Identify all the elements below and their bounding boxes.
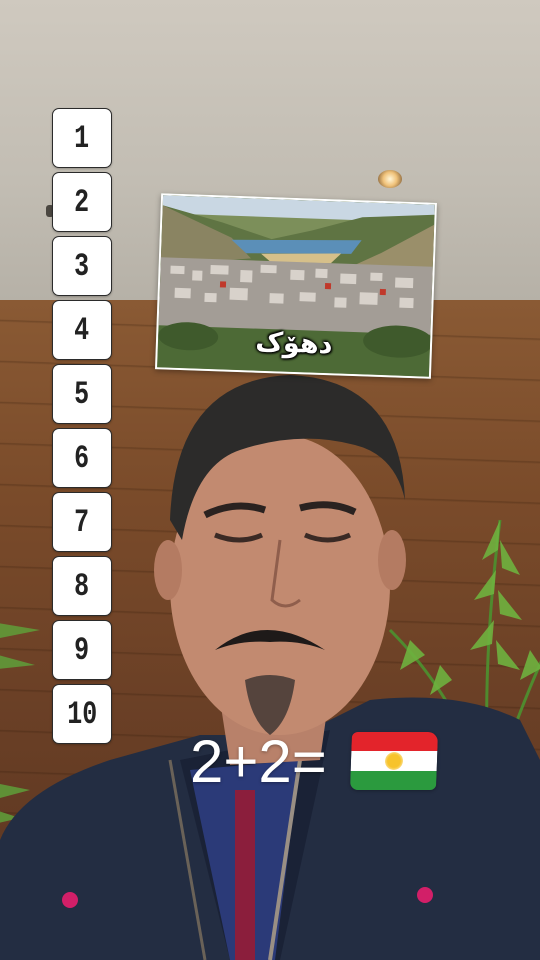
number-tile: 2 — [52, 172, 112, 232]
ceiling-light — [378, 170, 402, 188]
number-tile: 4 — [52, 300, 112, 360]
number-tile: 5 — [52, 364, 112, 424]
number-tile: 7 — [52, 492, 112, 552]
math-equation: 2+2= — [190, 726, 438, 796]
number-tile: 1 — [52, 108, 112, 168]
equation-text: 2+2= — [190, 727, 327, 795]
number-tile: 8 — [52, 556, 112, 616]
number-list: 1 2 3 4 5 6 7 8 9 10 — [52, 108, 114, 748]
kurdistan-flag-icon — [349, 732, 438, 790]
flag-band-top — [351, 732, 438, 752]
number-tile: 10 — [52, 684, 112, 744]
number-tile: 9 — [52, 620, 112, 680]
flag-band-bottom — [349, 770, 437, 790]
number-tile: 3 — [52, 236, 112, 296]
city-photo-card: دهۆک — [155, 193, 437, 379]
number-tile: 6 — [52, 428, 112, 488]
